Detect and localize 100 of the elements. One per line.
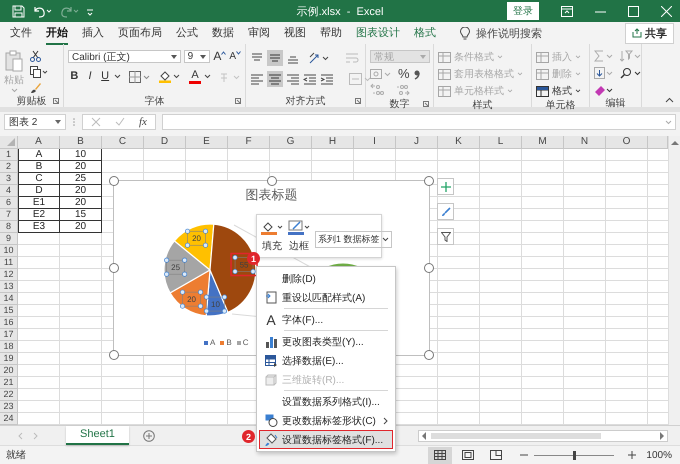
- legend-label[interactable]: B: [226, 338, 232, 347]
- underline-button[interactable]: U: [99, 70, 111, 84]
- column-header[interactable]: E: [186, 136, 228, 149]
- resize-handle[interactable]: [424, 350, 434, 360]
- data-label[interactable]: 25: [164, 258, 188, 277]
- row-header[interactable]: 12: [0, 269, 18, 281]
- row-header[interactable]: 22: [0, 389, 18, 401]
- font-color-button[interactable]: A: [189, 70, 201, 84]
- ribbon-tab[interactable]: 格式: [414, 22, 436, 44]
- decrease-indent-icon[interactable]: [303, 72, 317, 86]
- scroll-up-icon[interactable]: [670, 140, 678, 146]
- percent-style-button[interactable]: %: [398, 66, 410, 81]
- font-size-field[interactable]: 9: [184, 50, 210, 63]
- bold-button[interactable]: B: [68, 70, 81, 84]
- formula-input[interactable]: [162, 114, 676, 130]
- dialog-launcher-icon[interactable]: [235, 98, 241, 104]
- cut-icon[interactable]: [30, 50, 41, 62]
- resize-handle[interactable]: [424, 263, 434, 273]
- column-header[interactable]: I: [354, 136, 396, 149]
- data-label[interactable]: 20: [184, 228, 208, 248]
- comma-style-icon[interactable]: [412, 68, 421, 80]
- context-menu-item[interactable]: 重设以匹配样式(A): [259, 288, 393, 307]
- column-header[interactable]: L: [480, 136, 522, 149]
- dialog-launcher-icon[interactable]: [355, 98, 361, 104]
- text-orientation-icon[interactable]: [308, 51, 330, 65]
- row-header[interactable]: 23: [0, 401, 18, 413]
- collapse-ribbon-icon[interactable]: [665, 97, 674, 103]
- align-right-icon[interactable]: [286, 72, 300, 86]
- context-menu-item[interactable]: 更改数据标签形状(C): [259, 411, 393, 430]
- fill-color-icon[interactable]: [261, 220, 283, 236]
- legend-label[interactable]: A: [210, 338, 216, 347]
- context-menu-item[interactable]: 删除(D): [259, 269, 393, 288]
- column-header[interactable]: O: [606, 136, 648, 149]
- row-header[interactable]: 2: [0, 161, 18, 173]
- caret-icon[interactable]: [114, 74, 121, 80]
- align-center-icon[interactable]: [267, 71, 283, 87]
- column-header[interactable]: F: [228, 136, 270, 149]
- pie-slice[interactable]: [209, 224, 256, 313]
- data-label[interactable]: 20: [180, 290, 204, 309]
- outline-pen-icon[interactable]: [288, 220, 310, 236]
- row-header[interactable]: 3: [0, 173, 18, 185]
- row-header[interactable]: 6: [0, 197, 18, 209]
- vertical-scrollbar[interactable]: [668, 136, 680, 425]
- ribbon-tab[interactable]: 文件: [10, 22, 32, 44]
- row-header[interactable]: 4: [0, 185, 18, 197]
- column-header[interactable]: C: [102, 136, 144, 149]
- format-painter-icon[interactable]: [30, 82, 42, 94]
- scroll-left-icon[interactable]: [421, 432, 427, 440]
- caret-icon[interactable]: [204, 74, 211, 80]
- column-header[interactable]: A: [18, 136, 60, 149]
- ribbon-tab[interactable]: 图表设计: [356, 22, 400, 44]
- align-left-icon[interactable]: [250, 72, 264, 86]
- horizontal-scrollbar[interactable]: [418, 430, 668, 442]
- fill-color-icon[interactable]: [159, 70, 181, 84]
- column-header[interactable]: N: [564, 136, 606, 149]
- ribbon-tab[interactable]: 审阅: [248, 22, 270, 44]
- login-button[interactable]: 登录: [507, 2, 539, 20]
- chart-title[interactable]: 图表标题: [246, 186, 298, 204]
- row-header[interactable]: 13: [0, 281, 18, 293]
- copy-icon[interactable]: [30, 66, 48, 78]
- row-header[interactable]: 24: [0, 413, 18, 425]
- row-header[interactable]: 17: [0, 329, 18, 341]
- outline-label[interactable]: 边框: [289, 239, 309, 253]
- column-header[interactable]: K: [438, 136, 480, 149]
- row-header[interactable]: 1: [0, 149, 18, 161]
- grow-font-button[interactable]: A: [213, 50, 226, 63]
- row-header[interactable]: 20: [0, 365, 18, 377]
- ribbon-tab[interactable]: 数据: [212, 22, 234, 44]
- zoom-level[interactable]: 100%: [646, 450, 672, 460]
- ribbon-tab[interactable]: 插入: [82, 22, 104, 44]
- name-box[interactable]: 图表 2: [4, 114, 66, 130]
- row-header[interactable]: 15: [0, 305, 18, 317]
- maximize-icon[interactable]: [628, 6, 639, 16]
- row-header[interactable]: 10: [0, 245, 18, 257]
- view-button[interactable]: [428, 446, 452, 464]
- save-icon[interactable]: [12, 4, 25, 18]
- fill-label[interactable]: 填充: [262, 239, 282, 253]
- chart-element-dropdown[interactable]: 系列1 数据标签: [315, 231, 392, 248]
- align-middle-icon[interactable]: [267, 50, 283, 66]
- border-icon[interactable]: [129, 70, 151, 83]
- context-menu-item[interactable]: 设置数据标签格式(F)...: [259, 430, 393, 449]
- ribbon-display-options-icon[interactable]: [561, 6, 573, 16]
- column-header[interactable]: G: [270, 136, 312, 149]
- column-header[interactable]: J: [396, 136, 438, 149]
- tell-me-search[interactable]: 操作说明搜索: [476, 26, 542, 40]
- scroll-right-icon[interactable]: [659, 432, 665, 440]
- sheet-tab[interactable]: Sheet1: [66, 426, 129, 445]
- eraser-icon[interactable]: [594, 84, 614, 96]
- dialog-launcher-icon[interactable]: [53, 98, 59, 104]
- column-header[interactable]: M: [522, 136, 564, 149]
- ribbon-tab[interactable]: 帮助: [320, 22, 342, 44]
- chart-elements-button[interactable]: [437, 178, 454, 195]
- undo-icon[interactable]: [32, 4, 52, 18]
- column-header[interactable]: D: [144, 136, 186, 149]
- ribbon-tab[interactable]: 页面布局: [118, 22, 162, 44]
- shrink-font-button[interactable]: A: [229, 50, 241, 63]
- row-header[interactable]: 18: [0, 341, 18, 353]
- resize-handle[interactable]: [109, 263, 119, 273]
- resize-handle[interactable]: [266, 176, 276, 186]
- close-icon[interactable]: [661, 6, 672, 16]
